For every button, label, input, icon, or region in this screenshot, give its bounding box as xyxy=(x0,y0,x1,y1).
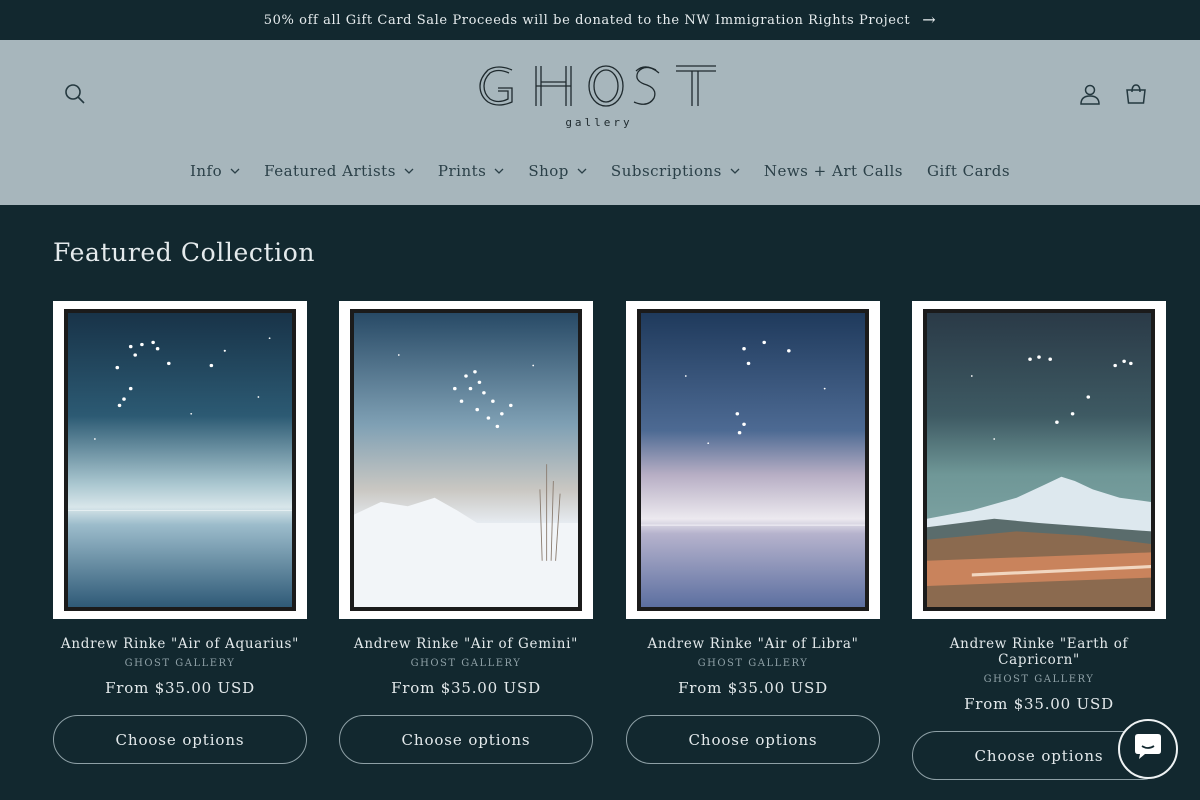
chat-icon xyxy=(1133,733,1163,765)
nav-item-subscriptions[interactable]: Subscriptions xyxy=(599,162,752,180)
chat-button[interactable] xyxy=(1118,719,1178,779)
nav-item-prints[interactable]: Prints xyxy=(426,162,516,180)
product-price: From $35.00 USD xyxy=(678,679,828,697)
product-price: From $35.00 USD xyxy=(391,679,541,697)
account-icon[interactable] xyxy=(1075,79,1105,109)
product-image[interactable] xyxy=(626,301,880,619)
nav-item-info[interactable]: Info xyxy=(178,162,252,180)
main-nav: Info Featured Artists Prints Shop Subscr… xyxy=(0,156,1200,186)
product-vendor: GHOST GALLERY xyxy=(124,658,236,669)
product-card: Andrew Rinke "Earth of Capricorn" GHOST … xyxy=(912,301,1166,780)
choose-options-button[interactable]: Choose options xyxy=(339,715,593,764)
site-header: gallery Info Featured Artists Prints Sho… xyxy=(0,40,1200,205)
product-title[interactable]: Andrew Rinke "Air of Aquarius" xyxy=(53,636,307,652)
product-card: Andrew Rinke "Air of Gemini" GHOST GALLE… xyxy=(339,301,593,764)
chevron-down-icon[interactable] xyxy=(404,166,414,176)
logo-subtitle: gallery xyxy=(565,116,632,129)
section-title: Featured Collection xyxy=(53,238,316,267)
chevron-down-icon[interactable] xyxy=(730,166,740,176)
announcement-bar[interactable]: 50% off all Gift Card Sale Proceeds will… xyxy=(0,0,1200,40)
cart-icon[interactable] xyxy=(1121,79,1151,109)
chevron-down-icon[interactable] xyxy=(230,166,240,176)
announcement-text[interactable]: 50% off all Gift Card Sale Proceeds will… xyxy=(264,13,911,28)
product-vendor: GHOST GALLERY xyxy=(697,658,809,669)
arrow-right-icon[interactable]: → xyxy=(922,12,936,28)
product-image[interactable] xyxy=(339,301,593,619)
choose-options-button[interactable]: Choose options xyxy=(626,715,880,764)
product-card: Andrew Rinke "Air of Aquarius" GHOST GAL… xyxy=(53,301,307,764)
product-vendor: GHOST GALLERY xyxy=(410,658,522,669)
product-card: Andrew Rinke "Air of Libra" GHOST GALLER… xyxy=(626,301,880,764)
main-content: Featured Collection Andrew Rinke "Air of… xyxy=(0,205,1200,800)
product-price: From $35.00 USD xyxy=(964,695,1114,713)
nav-item-label[interactable]: Gift Cards xyxy=(927,162,1010,180)
product-title[interactable]: Andrew Rinke "Air of Gemini" xyxy=(339,636,593,652)
chevron-down-icon[interactable] xyxy=(494,166,504,176)
nav-item-label[interactable]: News + Art Calls xyxy=(764,162,903,180)
chevron-down-icon[interactable] xyxy=(577,166,587,176)
product-price: From $35.00 USD xyxy=(105,679,255,697)
nav-item-label[interactable]: Featured Artists xyxy=(264,162,396,180)
nav-item-label[interactable]: Subscriptions xyxy=(611,162,722,180)
nav-item-featured-artists[interactable]: Featured Artists xyxy=(252,162,426,180)
product-title[interactable]: Andrew Rinke "Air of Libra" xyxy=(626,636,880,652)
ghost-gallery-logo[interactable]: gallery xyxy=(478,62,722,132)
nav-item-shop[interactable]: Shop xyxy=(516,162,599,180)
nav-item-label[interactable]: Info xyxy=(190,162,222,180)
product-title[interactable]: Andrew Rinke "Earth of Capricorn" xyxy=(912,636,1166,668)
product-image[interactable] xyxy=(912,301,1166,619)
search-icon[interactable] xyxy=(60,79,90,109)
nav-item-news-art-calls[interactable]: News + Art Calls xyxy=(752,162,915,180)
nav-item-label[interactable]: Prints xyxy=(438,162,486,180)
choose-options-button[interactable]: Choose options xyxy=(53,715,307,764)
product-image[interactable] xyxy=(53,301,307,619)
product-vendor: GHOST GALLERY xyxy=(983,674,1095,685)
nav-item-label[interactable]: Shop xyxy=(528,162,569,180)
nav-item-gift-cards[interactable]: Gift Cards xyxy=(915,162,1022,180)
